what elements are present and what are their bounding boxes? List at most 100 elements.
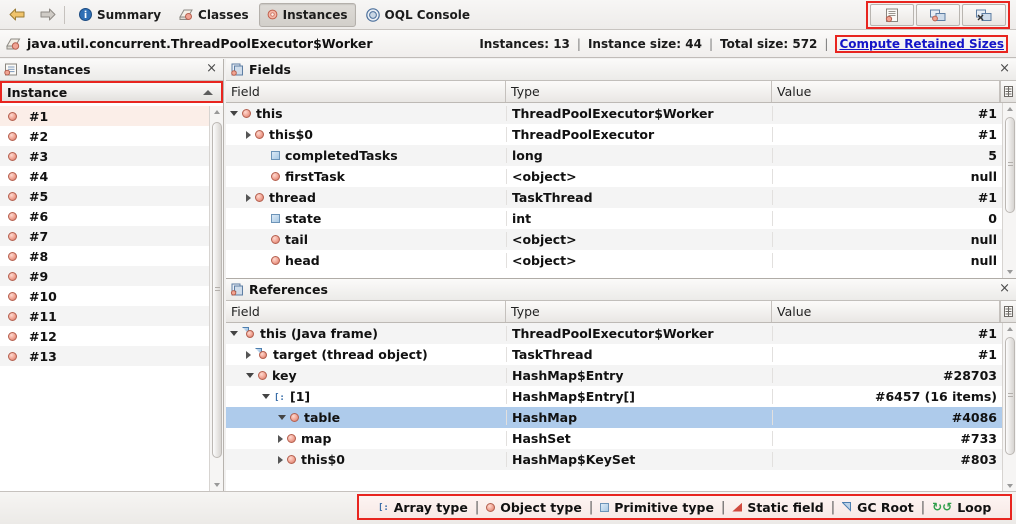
cell-field: this <box>226 106 506 121</box>
scroll-up-arrow-icon[interactable] <box>1007 327 1013 331</box>
field-label: this (Java frame) <box>260 326 378 341</box>
list-item[interactable]: #12 <box>0 326 209 346</box>
field-label: map <box>301 431 332 446</box>
list-item[interactable]: #8 <box>0 246 209 266</box>
fields-column-field[interactable]: Field <box>226 81 506 102</box>
scroll-up-arrow-icon[interactable] <box>214 110 220 114</box>
scroll-up-arrow-icon[interactable] <box>1007 107 1013 111</box>
field-label: target (thread object) <box>273 347 428 362</box>
table-row[interactable]: this$0 HashMap$KeySet #803 <box>226 449 1002 470</box>
list-item[interactable]: #1 <box>0 106 209 126</box>
list-item[interactable]: #11 <box>0 306 209 326</box>
instance-column-header[interactable]: Instance <box>0 81 223 103</box>
cell-type: <object> <box>506 169 772 184</box>
class-stats: Instances: 13 | Instance size: 44 | Tota… <box>479 30 1008 58</box>
gc-root-icon <box>929 9 945 21</box>
tab-oql-console[interactable]: OQL Console <box>358 3 478 27</box>
tab-summary[interactable]: Summary <box>71 3 169 27</box>
static-field-icon <box>732 502 743 512</box>
show-instances-button[interactable] <box>870 4 914 26</box>
table-row[interactable]: firstTask <object> null <box>226 166 1002 187</box>
scrollbar-thumb[interactable] <box>212 122 222 458</box>
instances-scrollbar[interactable] <box>209 106 223 491</box>
references-column-type[interactable]: Type <box>506 301 772 322</box>
field-label: this$0 <box>269 127 313 142</box>
field-label: this <box>256 106 283 121</box>
field-label: key <box>272 368 297 383</box>
references-table-body[interactable]: this (Java frame) ThreadPoolExecutor$Work… <box>226 323 1002 492</box>
expand-arrow-right-icon[interactable] <box>246 350 251 359</box>
compute-retained-sizes-link[interactable]: Compute Retained Sizes <box>839 37 1004 51</box>
fields-column-value[interactable]: Value <box>772 81 1000 102</box>
cell-type: HashMap$KeySet <box>506 452 772 467</box>
expand-arrow-right-icon[interactable] <box>278 455 283 464</box>
table-row[interactable]: thread TaskThread #1 <box>226 187 1002 208</box>
main-toolbar: Summary Classes Instances OQL Console <box>0 0 1016 30</box>
primitive-icon <box>271 214 280 223</box>
table-row[interactable]: state int 0 <box>226 208 1002 229</box>
list-item[interactable]: #6 <box>0 206 209 226</box>
list-item[interactable]: #3 <box>0 146 209 166</box>
table-row[interactable]: this ThreadPoolExecutor$Worker #1 <box>226 103 1002 124</box>
close-icon[interactable]: × <box>206 62 217 76</box>
list-item[interactable]: #9 <box>0 266 209 286</box>
expand-arrow-down-icon[interactable] <box>230 111 238 116</box>
table-row[interactable]: completedTasks long 5 <box>226 145 1002 166</box>
total-size-label: Total size: 572 <box>720 37 818 51</box>
references-column-value[interactable]: Value <box>772 301 1000 322</box>
fields-table-header: Field Type Value <box>226 81 1016 103</box>
fields-column-type[interactable]: Type <box>506 81 772 102</box>
table-row[interactable]: key HashMap$Entry #28703 <box>226 365 1002 386</box>
scroll-down-arrow-icon[interactable] <box>1007 270 1013 274</box>
list-item[interactable]: #13 <box>0 346 209 366</box>
cell-value: null <box>772 169 1002 184</box>
list-item[interactable]: #5 <box>0 186 209 206</box>
tab-classes[interactable]: Classes <box>171 3 257 27</box>
table-row[interactable]: [:] [1] HashMap$Entry[]#6457 (16 items) <box>226 386 1002 407</box>
expand-arrow-down-icon[interactable] <box>278 415 286 420</box>
table-row[interactable]: this$0 ThreadPoolExecutor #1 <box>226 124 1002 145</box>
forward-button[interactable] <box>34 3 60 27</box>
table-row[interactable]: this (Java frame) ThreadPoolExecutor$Work… <box>226 323 1002 344</box>
table-row[interactable]: head <object> null <box>226 250 1002 271</box>
list-item[interactable]: #4 <box>0 166 209 186</box>
fields-table-body[interactable]: this ThreadPoolExecutor$Worker #1 this$0 Thr… <box>226 103 1002 278</box>
expand-arrow-right-icon[interactable] <box>246 130 251 139</box>
fields-scrollbar[interactable] <box>1002 103 1016 278</box>
close-icon[interactable]: × <box>999 62 1010 76</box>
close-icon[interactable]: × <box>999 282 1010 296</box>
cell-value: #733 <box>772 431 1002 446</box>
tab-instances[interactable]: Instances <box>258 2 356 27</box>
references-scrollbar[interactable] <box>1002 323 1016 492</box>
list-item[interactable]: #2 <box>0 126 209 146</box>
object-icon <box>8 311 17 321</box>
list-item[interactable]: #10 <box>0 286 209 306</box>
references-column-field[interactable]: Field <box>226 301 506 322</box>
expand-arrow-right-icon[interactable] <box>278 434 283 443</box>
table-row[interactable]: table HashMap #4086 <box>226 407 1002 428</box>
instance-list[interactable]: #1 #2 #3 #4 #5 #6 #7 #8 #9 #10 #11 #12 #13 <box>0 106 209 491</box>
table-row[interactable]: target (thread object) TaskThread #1 <box>226 344 1002 365</box>
scrollbar-thumb[interactable] <box>1005 117 1015 213</box>
table-row[interactable]: tail <object> null <box>226 229 1002 250</box>
legend-label: Loop <box>957 499 992 515</box>
column-chooser-icon[interactable] <box>1000 301 1016 322</box>
instance-label: #11 <box>29 308 57 324</box>
show-nearest-gc-root-button[interactable] <box>916 4 960 26</box>
references-column-value-label: Value <box>777 304 812 319</box>
back-button[interactable] <box>4 3 30 27</box>
scrollbar-thumb[interactable] <box>1005 337 1015 455</box>
expand-arrow-down-icon[interactable] <box>230 331 238 336</box>
references-column-type-label: Type <box>511 304 540 319</box>
list-item[interactable]: #7 <box>0 226 209 246</box>
scroll-down-arrow-icon[interactable] <box>214 483 220 487</box>
scroll-down-arrow-icon[interactable] <box>1007 484 1013 488</box>
cell-field: this$0 <box>226 452 506 467</box>
show-in-threads-button[interactable] <box>962 4 1006 26</box>
object-icon <box>271 256 280 265</box>
expand-arrow-right-icon[interactable] <box>246 193 251 202</box>
expand-arrow-down-icon[interactable] <box>246 373 254 378</box>
table-row[interactable]: map HashSet #733 <box>226 428 1002 449</box>
column-chooser-icon[interactable] <box>1000 81 1016 102</box>
expand-arrow-down-icon[interactable] <box>262 394 270 399</box>
